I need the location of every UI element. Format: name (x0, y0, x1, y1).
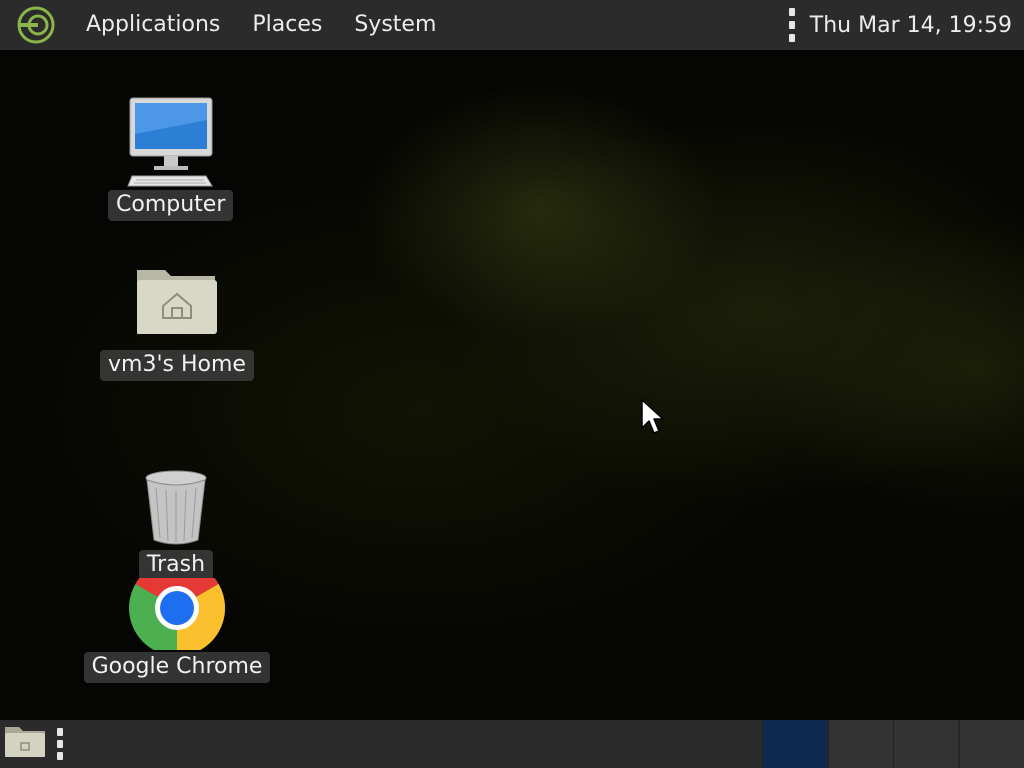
mouse-pointer-icon (641, 399, 664, 434)
panel-drag-handle-icon[interactable] (56, 728, 64, 760)
workspace-2[interactable] (828, 720, 893, 768)
desktop-icon-chrome[interactable]: Google Chrome (72, 578, 282, 683)
computer-icon (126, 97, 213, 187)
desktop-icon-label: Google Chrome (83, 652, 271, 683)
bottom-panel (0, 720, 1024, 768)
workspace-1[interactable] (762, 720, 827, 768)
desktop-icon-label: Computer (108, 190, 234, 221)
desktop-icon-computer[interactable]: Computer (108, 96, 234, 221)
desktop-icon-label: vm3's Home (100, 350, 254, 381)
desktop-icon-label: Trash (138, 550, 214, 581)
workspace-3[interactable] (893, 720, 958, 768)
home-folder-icon (137, 270, 217, 334)
clock[interactable]: Thu Mar 14, 19:59 (810, 13, 1012, 38)
folder-icon (5, 727, 45, 757)
distro-logo-icon[interactable] (16, 5, 56, 45)
chrome-icon (129, 578, 225, 650)
menu-system[interactable]: System (338, 0, 452, 50)
top-panel: Applications Places System Thu Mar 14, 1… (0, 0, 1024, 50)
desktop-icon-home[interactable]: vm3's Home (94, 260, 260, 381)
show-desktop-button[interactable] (3, 723, 47, 765)
panel-drag-handle-icon[interactable] (788, 8, 796, 42)
menu-applications[interactable]: Applications (70, 0, 236, 50)
desktop-icon-trash[interactable]: Trash (134, 468, 218, 581)
trash-icon (145, 470, 207, 545)
menu-places[interactable]: Places (236, 0, 338, 50)
workspace-4[interactable] (959, 720, 1024, 768)
